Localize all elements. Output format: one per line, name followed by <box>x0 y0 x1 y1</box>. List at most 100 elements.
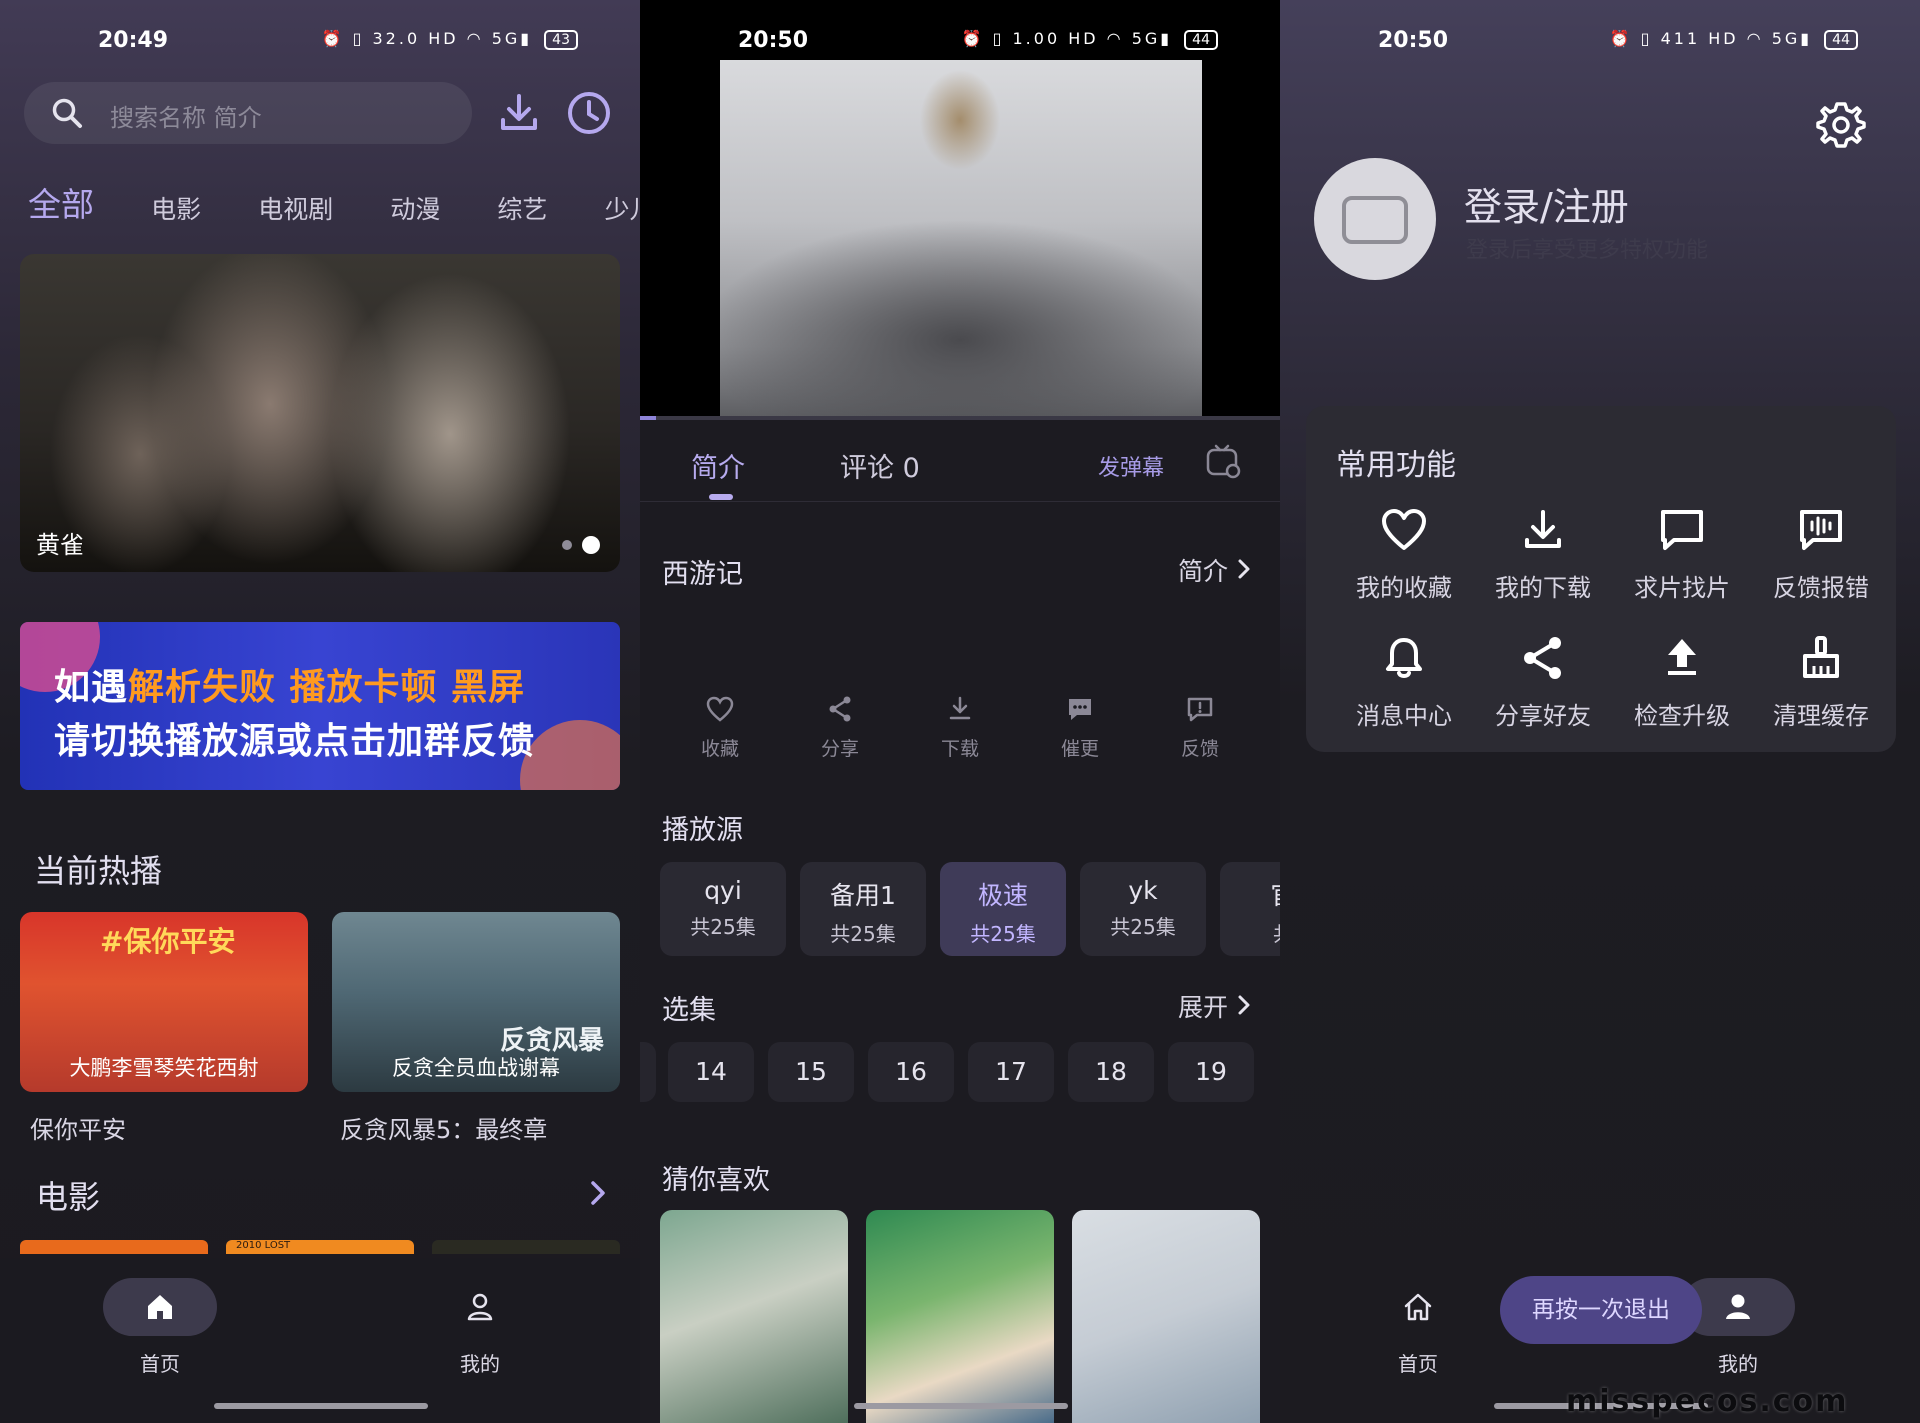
expand-link[interactable]: 展开 <box>1178 988 1252 1024</box>
urge-update-label: 催更 <box>1060 738 1099 760</box>
my-downloads-label: 我的下载 <box>1495 574 1591 602</box>
tab-variety[interactable]: 综艺 <box>497 190 547 226</box>
video-title: 西游记 <box>662 559 743 590</box>
poster-subtitle: 反贪全员血战谢幕 <box>392 1056 560 1080</box>
nav-home-label: 首页 <box>140 1352 180 1376</box>
download-icon[interactable] <box>494 88 544 138</box>
user-icon <box>1726 1294 1750 1319</box>
movie-thumb[interactable] <box>20 1240 208 1254</box>
movie-thumb[interactable] <box>432 1240 620 1254</box>
download-label: 下载 <box>940 738 979 760</box>
tab-comments[interactable]: 评论 0 <box>840 446 920 485</box>
episode-chip[interactable]: 19 <box>1168 1042 1254 1102</box>
tab-movie[interactable]: 电影 <box>151 190 201 226</box>
heart-icon <box>706 696 734 722</box>
share-friends-label: 分享好友 <box>1495 702 1591 730</box>
source-option[interactable]: yk 共25集 <box>1080 862 1206 956</box>
source-option[interactable]: 备用1 共25集 <box>800 862 926 956</box>
danmu-toggle-icon[interactable] <box>1204 442 1242 480</box>
recommend-poster[interactable] <box>660 1210 848 1423</box>
recommend-poster[interactable] <box>866 1210 1054 1423</box>
home-icon <box>1404 1293 1432 1321</box>
source-option[interactable]: qyi 共25集 <box>660 862 786 956</box>
search-bar[interactable]: 搜索名称 简介 <box>24 82 472 144</box>
login-register-link[interactable]: 登录/注册 <box>1464 176 1629 231</box>
tab-all[interactable]: 全部 <box>28 178 94 226</box>
status-time: 20:50 <box>738 28 809 53</box>
home-icon <box>148 1295 172 1319</box>
carousel-dot <box>562 539 572 550</box>
poster-card[interactable]: #保你平安 大鹏李雪琴笑花西射 <box>20 912 308 1092</box>
source-name: 极速 <box>977 881 1028 910</box>
tab-kids[interactable]: 少儿 <box>605 190 640 226</box>
message-center-label: 消息中心 <box>1356 702 1452 730</box>
my-downloads-button[interactable]: 我的下载 <box>1473 506 1613 603</box>
intro-link[interactable]: 简介 <box>1178 552 1252 588</box>
nav-home-pill <box>1361 1278 1475 1336</box>
battery-icon: 43 <box>544 30 578 50</box>
episode-chip[interactable]: 18 <box>1068 1042 1154 1102</box>
recommend-poster[interactable] <box>1072 1210 1260 1423</box>
gear-icon[interactable] <box>1814 98 1868 152</box>
urge-update-button[interactable]: 催更 <box>1030 694 1130 761</box>
episode-chip[interactable]: 16 <box>868 1042 954 1102</box>
nav-home[interactable]: 首页 <box>102 1278 218 1377</box>
carousel-dots <box>552 535 600 554</box>
my-favorites-button[interactable]: 我的收藏 <box>1334 506 1474 603</box>
feedback-label: 反馈 <box>1180 738 1219 760</box>
broom-icon <box>1803 636 1839 678</box>
share-button[interactable]: 分享 <box>790 694 890 761</box>
check-update-button[interactable]: 检查升级 <box>1612 634 1752 731</box>
net-speed: 411 <box>1660 29 1701 48</box>
poster-name[interactable]: 保你平安 <box>30 1110 126 1145</box>
intro-link-label: 简介 <box>1178 557 1229 586</box>
download-icon <box>949 696 971 720</box>
gesture-bar[interactable] <box>214 1403 428 1409</box>
tv-mascot-icon <box>1342 196 1408 244</box>
source-option[interactable]: 官共 <box>1220 862 1280 956</box>
net-speed: 32.0 <box>372 29 421 48</box>
episode-chip[interactable] <box>640 1042 656 1102</box>
nav-mine[interactable]: 我的 <box>422 1278 538 1377</box>
episode-chip[interactable]: 14 <box>668 1042 754 1102</box>
share-friends-button[interactable]: 分享好友 <box>1473 634 1613 731</box>
tab-tv[interactable]: 电视剧 <box>258 190 333 226</box>
request-movie-button[interactable]: 求片找片 <box>1612 506 1752 603</box>
status-bar: 20:49 ⏰ ▯ 32.0 HD ◠ 5G▮ 43 <box>0 20 640 64</box>
favorite-button[interactable]: 收藏 <box>670 694 770 761</box>
nav-home[interactable]: 首页 <box>1360 1278 1476 1377</box>
source-count: 共25集 <box>690 915 756 939</box>
download-button[interactable]: 下载 <box>910 694 1010 761</box>
feedback-button[interactable]: 反馈 <box>1150 694 1250 761</box>
search-input[interactable]: 搜索名称 简介 <box>110 98 262 133</box>
hero-carousel[interactable]: 黄雀 <box>20 254 620 572</box>
tab-anime[interactable]: 动漫 <box>390 190 440 226</box>
section-title-movie: 电影 <box>36 1178 101 1216</box>
history-clock-icon[interactable] <box>564 88 614 138</box>
nav-home-label: 首页 <box>1398 1352 1438 1376</box>
episode-chip[interactable]: 15 <box>768 1042 854 1102</box>
poster-card[interactable]: 反贪风暴 反贪全员血战谢幕 <box>332 912 620 1092</box>
tab-intro[interactable]: 简介 <box>691 446 745 485</box>
episode-chip[interactable]: 17 <box>968 1042 1054 1102</box>
chevron-right-icon[interactable] <box>586 1178 610 1208</box>
send-danmu-button[interactable]: 发弹幕 <box>1098 450 1164 482</box>
clear-cache-button[interactable]: 清理缓存 <box>1751 634 1891 731</box>
source-option-selected[interactable]: 极速 共25集 <box>940 862 1066 956</box>
gesture-bar[interactable] <box>854 1403 1068 1409</box>
message-center-button[interactable]: 消息中心 <box>1334 634 1474 731</box>
share-icon <box>1524 637 1561 679</box>
source-count: 共25集 <box>830 922 896 946</box>
movie-thumb[interactable]: 2010 LOST <box>226 1240 414 1254</box>
watermark: misspecos.com <box>1566 1384 1849 1419</box>
login-subtitle: 登录后享受更多特权功能 <box>1466 238 1709 263</box>
poster-title: #保你平安 <box>100 925 236 958</box>
report-error-button[interactable]: 反馈报错 <box>1751 506 1891 603</box>
avatar[interactable] <box>1314 158 1436 280</box>
chevron-right-icon <box>1238 995 1250 1015</box>
poster-name[interactable]: 反贪风暴5：最终章 <box>340 1110 547 1145</box>
notice-banner[interactable]: 如遇解析失败 播放卡顿 黑屏 请切换播放源或点击加群反馈 <box>20 622 620 790</box>
nav-mine-label: 我的 <box>1718 1352 1758 1376</box>
heart-icon <box>1382 509 1426 550</box>
nav-mine-label: 我的 <box>460 1352 500 1376</box>
